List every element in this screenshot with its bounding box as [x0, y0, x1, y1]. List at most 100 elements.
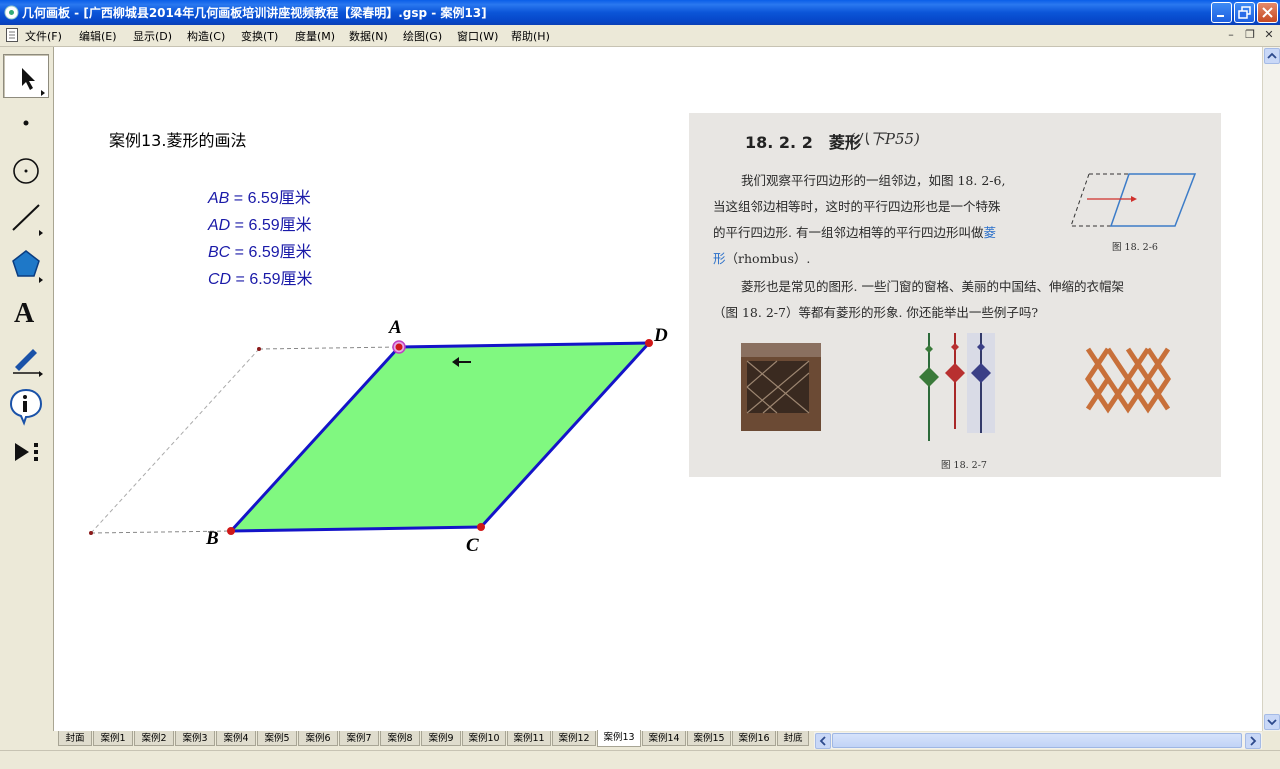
- point-tool[interactable]: [3, 101, 49, 145]
- point-c[interactable]: [477, 523, 485, 531]
- restore-button[interactable]: [1234, 2, 1255, 23]
- horizontal-scroll-thumb[interactable]: [832, 733, 1242, 748]
- textbook-image[interactable]: 18. 2. 2 菱形 (八下P55) 我们观察平行四边形的一组邻边，如图 18…: [689, 113, 1221, 477]
- restore-icon: [1238, 6, 1251, 19]
- scroll-down-button[interactable]: [1264, 714, 1280, 730]
- menu-help[interactable]: 帮助(H): [511, 28, 550, 44]
- tab-cover[interactable]: 封面: [58, 731, 92, 746]
- figure-18-2-7-caption: 图 18. 2-7: [941, 460, 987, 471]
- chevron-right-icon: [1250, 736, 1257, 746]
- tab-case8[interactable]: 案例8: [380, 731, 420, 746]
- menu-transform[interactable]: 变换(T): [241, 28, 278, 44]
- chevron-down-icon: [1267, 719, 1277, 726]
- menu-graph[interactable]: 绘图(G): [403, 28, 442, 44]
- tab-back[interactable]: 封底: [777, 731, 809, 746]
- tab-case4[interactable]: 案例4: [216, 731, 256, 746]
- dashed-line-top[interactable]: [258, 346, 400, 350]
- point-b[interactable]: [227, 527, 235, 535]
- page-tabs: 封面 案例1 案例2 案例3 案例4 案例5 案例6 案例7 案例8 案例9 案例10 案例11 案例1…: [54, 730, 814, 750]
- vertical-scrollbar[interactable]: [1262, 47, 1280, 731]
- menu-measure[interactable]: 度量(M): [295, 28, 335, 44]
- text-tool[interactable]: A: [3, 289, 49, 333]
- figure-18-2-6-caption: 图 18. 2-6: [1112, 242, 1158, 253]
- menu-construct[interactable]: 构造(C): [187, 28, 225, 44]
- status-bar: [0, 750, 1280, 769]
- scroll-right-button[interactable]: [1245, 733, 1261, 749]
- menu-window[interactable]: 窗口(W): [457, 28, 498, 44]
- doc-restore-button[interactable]: ❐: [1243, 28, 1257, 42]
- helper-point-top[interactable]: [257, 347, 261, 351]
- info-icon: [9, 388, 43, 426]
- straightedge-tool[interactable]: [3, 195, 49, 239]
- rhombus-interior[interactable]: [231, 343, 649, 531]
- polygon-tool[interactable]: [3, 242, 49, 286]
- textbook-line-6: （图 18. 2-7）等都有菱形的形象. 你还能举出一些例子吗?: [713, 305, 1039, 320]
- marker-tool[interactable]: [3, 336, 49, 380]
- chevron-left-icon: [819, 736, 826, 746]
- label-point-d[interactable]: D: [654, 325, 668, 347]
- title-bar[interactable]: 几何画板 - [广西柳城县2014年几何画板培训讲座视频教程【梁春明】.gsp …: [0, 0, 1280, 25]
- label-point-a[interactable]: A: [389, 317, 402, 339]
- tab-case1[interactable]: 案例1: [93, 731, 133, 746]
- textbook-line-2: 当这组邻边相等时，这时的平行四边形也是一个特殊: [713, 199, 1001, 214]
- app-icon: [4, 5, 19, 20]
- tab-case16[interactable]: 案例16: [732, 731, 776, 746]
- horizontal-scrollbar[interactable]: [814, 732, 1262, 749]
- helper-point-bottom[interactable]: [89, 531, 93, 535]
- menu-bar: 文件(F) 编辑(E) 显示(D) 构造(C) 变换(T) 度量(M) 数据(N…: [0, 25, 1280, 47]
- coat-rack-icon: [1084, 347, 1172, 414]
- tab-case5[interactable]: 案例5: [257, 731, 297, 746]
- custom-tool[interactable]: [3, 430, 49, 474]
- minimize-icon: [1217, 15, 1224, 17]
- point-a[interactable]: [395, 343, 403, 351]
- menu-file[interactable]: 文件(F): [25, 28, 62, 44]
- textbook-handwritten-note: (八下P55): [849, 130, 920, 148]
- document-icon[interactable]: [6, 28, 18, 42]
- label-point-b[interactable]: B: [206, 528, 219, 550]
- tab-case11[interactable]: 案例11: [507, 731, 551, 746]
- scroll-left-button[interactable]: [815, 733, 831, 749]
- tab-case6[interactable]: 案例6: [298, 731, 338, 746]
- custom-tools-icon: [15, 443, 38, 461]
- window-lattice-icon: [741, 343, 821, 431]
- textbook-line-3: 的平行四边形. 有一组邻边相等的平行四边形叫做菱: [713, 225, 996, 240]
- svg-text:A: A: [14, 298, 35, 329]
- doc-minimize-button[interactable]: –: [1224, 28, 1238, 42]
- arrow-icon: [22, 68, 45, 96]
- menu-edit[interactable]: 编辑(E): [79, 28, 117, 44]
- text-icon: A: [14, 298, 35, 329]
- close-icon: [1262, 7, 1273, 18]
- information-tool[interactable]: [3, 383, 49, 427]
- tab-case2[interactable]: 案例2: [134, 731, 174, 746]
- point-d[interactable]: [645, 339, 653, 347]
- tab-case10[interactable]: 案例10: [462, 731, 506, 746]
- tab-case14[interactable]: 案例14: [642, 731, 686, 746]
- tab-case15[interactable]: 案例15: [687, 731, 731, 746]
- tab-case7[interactable]: 案例7: [339, 731, 379, 746]
- doc-close-button[interactable]: ✕: [1262, 28, 1276, 42]
- arrow-tool[interactable]: [3, 54, 49, 98]
- line-icon: [12, 204, 43, 236]
- minimize-button[interactable]: [1211, 2, 1232, 23]
- menu-data[interactable]: 数据(N): [349, 28, 388, 44]
- tab-case9[interactable]: 案例9: [421, 731, 461, 746]
- point-icon: [23, 120, 29, 126]
- scroll-up-button[interactable]: [1264, 48, 1280, 64]
- tab-case3[interactable]: 案例3: [175, 731, 215, 746]
- menu-display[interactable]: 显示(D): [133, 28, 172, 44]
- textbook-line-4: 形（rhombus）.: [713, 251, 811, 266]
- compass-tool[interactable]: [3, 148, 49, 192]
- circle-icon: [13, 158, 39, 184]
- chevron-up-icon: [1267, 52, 1277, 59]
- polygon-icon: [12, 250, 43, 283]
- textbook-heading: 18. 2. 2 菱形: [745, 133, 861, 152]
- window-title: 几何画板 - [广西柳城县2014年几何画板培训讲座视频教程【梁春明】.gsp …: [22, 6, 487, 20]
- dashed-line-left[interactable]: [90, 348, 260, 534]
- tab-case13[interactable]: 案例13: [597, 730, 641, 747]
- sketch-canvas[interactable]: 案例13.菱形的画法 AB = 6.59厘米 AD = 6.59厘米 BC = …: [54, 47, 1262, 731]
- pen-icon: [13, 349, 43, 377]
- label-point-c[interactable]: C: [466, 535, 479, 557]
- close-button[interactable]: [1257, 2, 1278, 23]
- tab-case12[interactable]: 案例12: [552, 731, 596, 746]
- textbook-line-1: 我们观察平行四边形的一组邻边，如图 18. 2-6,: [741, 173, 1006, 188]
